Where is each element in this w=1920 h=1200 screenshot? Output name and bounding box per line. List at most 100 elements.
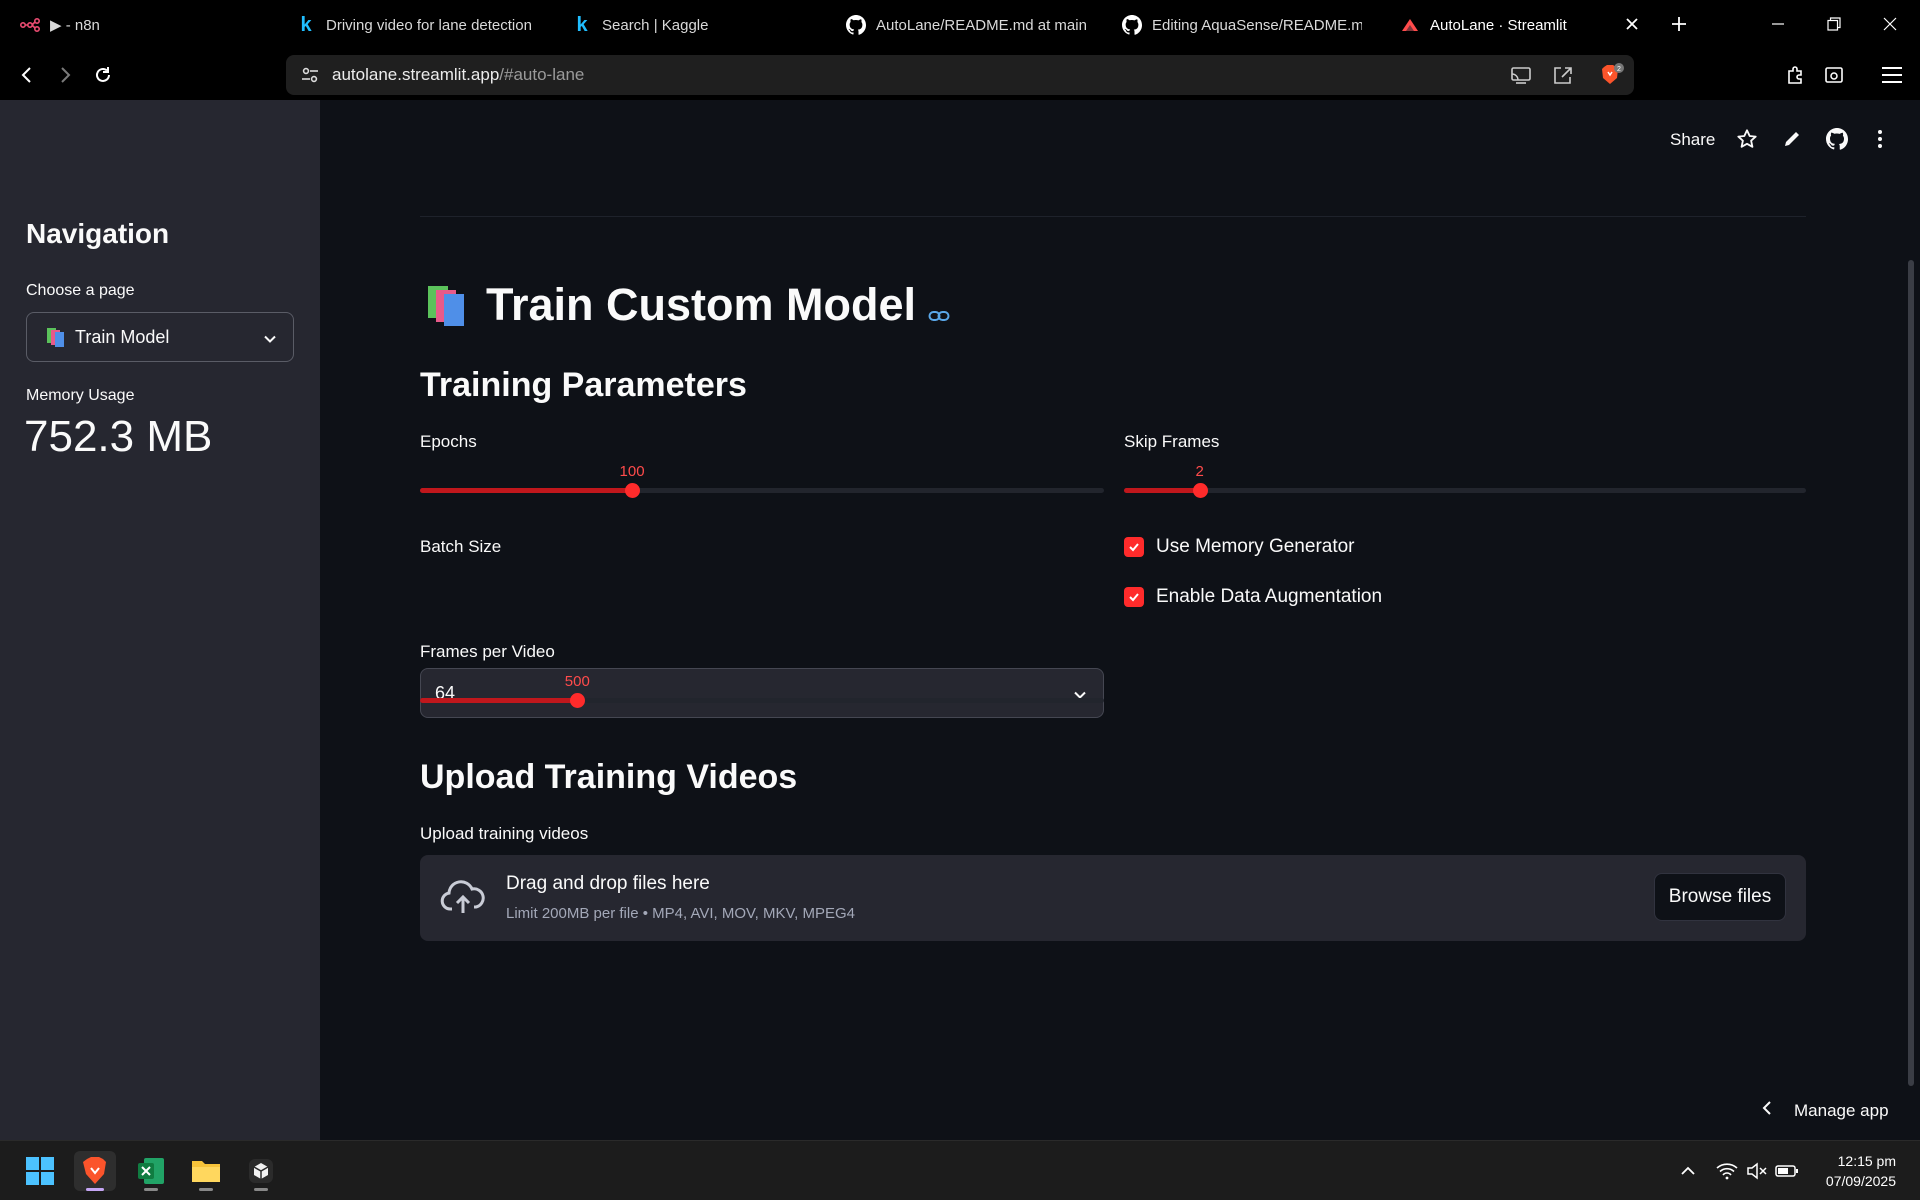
upload-label: Upload training videos xyxy=(420,824,589,843)
use-memory-generator-checkbox[interactable]: Use Memory Generator xyxy=(1124,536,1355,558)
running-indicator xyxy=(254,1188,268,1191)
tab-n8n[interactable]: ▶ - n8n xyxy=(20,8,260,42)
file-explorer-icon[interactable] xyxy=(185,1151,227,1191)
brave-shields-icon[interactable]: 2 xyxy=(1598,62,1624,88)
checkbox-checked-icon[interactable] xyxy=(1124,537,1144,557)
back-icon[interactable] xyxy=(14,62,40,88)
tab-kaggle-search[interactable]: k Search | Kaggle xyxy=(572,8,812,42)
chevron-up-icon[interactable] xyxy=(1676,1159,1700,1183)
system-clock[interactable]: 12:15 pm 07/09/2025 xyxy=(1826,1151,1896,1191)
extensions-icon[interactable] xyxy=(1784,63,1808,87)
reload-icon[interactable] xyxy=(90,62,116,88)
dropzone-limit: Limit 200MB per file • MP4, AVI, MOV, MK… xyxy=(506,905,855,922)
share-page-icon[interactable] xyxy=(1552,64,1574,86)
windows-start-icon[interactable] xyxy=(19,1151,61,1191)
edit-icon[interactable] xyxy=(1780,127,1804,151)
slider-thumb[interactable] xyxy=(1192,483,1208,498)
scrollbar[interactable] xyxy=(1908,260,1914,1086)
slider-track xyxy=(1124,488,1806,493)
cloud-upload-icon xyxy=(440,877,486,922)
cast-icon[interactable] xyxy=(1510,64,1532,86)
slider-fill xyxy=(1124,488,1200,493)
site-settings-icon[interactable] xyxy=(300,65,320,85)
epochs-slider[interactable]: 100 xyxy=(420,463,1104,500)
data-augmentation-checkbox[interactable]: Enable Data Augmentation xyxy=(1124,586,1382,608)
sidebar-title: Navigation xyxy=(26,218,170,249)
forward-icon[interactable] xyxy=(52,62,78,88)
frames-per-video-label: Frames per Video xyxy=(420,642,555,661)
speaker-muted-icon[interactable] xyxy=(1745,1159,1769,1183)
memory-value: 752.3 MB xyxy=(24,412,213,461)
skip-frames-slider[interactable]: 2 xyxy=(1124,463,1806,500)
checkbox-checked-icon[interactable] xyxy=(1124,587,1144,607)
slider-thumb[interactable] xyxy=(625,483,641,498)
page-title: Train Custom Model xyxy=(426,276,950,334)
close-window-icon[interactable] xyxy=(1878,12,1902,36)
link-icon[interactable] xyxy=(928,282,950,334)
browse-files-button[interactable]: Browse files xyxy=(1654,873,1786,921)
running-indicator xyxy=(199,1188,213,1191)
books-icon xyxy=(426,282,472,328)
shield-count: 2 xyxy=(1617,66,1621,73)
brave-browser-icon[interactable] xyxy=(74,1151,116,1191)
github-icon[interactable] xyxy=(1825,127,1849,151)
tab-label: AutoLane · Streamlit xyxy=(1430,16,1567,34)
tab-label: AutoLane/README.md at main · xyxy=(876,16,1086,34)
browser-tab-strip: ▶ - n8n k Driving video for lane detecti… xyxy=(0,0,1920,50)
clock-date: 07/09/2025 xyxy=(1825,1173,1896,1189)
minimize-icon[interactable] xyxy=(1766,12,1790,36)
slider-fill xyxy=(420,488,633,493)
tab-label: ▶ - n8n xyxy=(50,17,100,34)
books-icon xyxy=(45,326,67,348)
page-select-value: Train Model xyxy=(75,326,170,347)
wallet-icon[interactable] xyxy=(1822,63,1846,87)
tab-label: Driving video for lane detection xyxy=(326,16,532,34)
running-indicator xyxy=(144,1188,158,1191)
tab-label: Editing AquaSense/README.md xyxy=(1152,16,1362,34)
kaggle-icon: k xyxy=(300,13,312,36)
streamlit-icon xyxy=(1400,15,1420,35)
share-button[interactable]: Share xyxy=(1670,130,1715,150)
chevron-down-icon xyxy=(263,330,277,351)
manage-app-label: Manage app xyxy=(1794,1100,1889,1120)
chevron-left-icon xyxy=(1762,1100,1772,1121)
wifi-icon[interactable] xyxy=(1715,1159,1739,1183)
restore-icon[interactable] xyxy=(1822,12,1846,36)
frames-per-video-slider[interactable]: 500 xyxy=(420,673,1104,710)
url-path: /#auto-lane xyxy=(499,65,585,84)
tab-autolane-streamlit[interactable]: AutoLane · Streamlit xyxy=(1400,8,1610,42)
page-title-text: Train Custom Model xyxy=(486,279,917,330)
app-icon[interactable] xyxy=(240,1151,282,1191)
sidebar: Navigation Choose a page Train Model Mem… xyxy=(0,100,320,1140)
new-tab-icon[interactable] xyxy=(1668,13,1690,35)
tab-driving-video[interactable]: k Driving video for lane detection xyxy=(296,8,536,42)
page-select-label: Choose a page xyxy=(26,282,135,299)
header-divider xyxy=(420,216,1806,217)
manage-app-button[interactable]: Manage app xyxy=(1762,1100,1889,1121)
url-host: autolane.streamlit.app xyxy=(332,65,500,84)
checkbox-label: Enable Data Augmentation xyxy=(1156,586,1383,607)
menu-icon[interactable] xyxy=(1880,63,1904,87)
tab-aquasense-readme[interactable]: Editing AquaSense/README.md xyxy=(1122,8,1362,42)
file-dropzone[interactable]: Drag and drop files here Limit 200MB per… xyxy=(420,855,1806,941)
page-select[interactable]: Train Model xyxy=(26,312,294,362)
slider-value: 500 xyxy=(564,673,590,690)
checkbox-label: Use Memory Generator xyxy=(1156,536,1355,557)
more-options-icon[interactable] xyxy=(1868,127,1892,151)
github-icon xyxy=(1122,15,1142,35)
running-indicator xyxy=(86,1188,104,1191)
upload-heading: Upload Training Videos xyxy=(420,758,798,796)
battery-icon[interactable] xyxy=(1775,1159,1799,1183)
memory-label: Memory Usage xyxy=(26,387,135,404)
star-icon[interactable] xyxy=(1735,127,1759,151)
tab-autolane-readme[interactable]: AutoLane/README.md at main · xyxy=(846,8,1086,42)
skip-frames-label: Skip Frames xyxy=(1124,432,1220,451)
close-tab-icon[interactable] xyxy=(1622,14,1642,34)
slider-thumb[interactable] xyxy=(570,693,586,708)
address-bar[interactable]: autolane.streamlit.app/#auto-lane 2 xyxy=(286,55,1634,95)
excel-icon[interactable] xyxy=(130,1151,172,1191)
dropzone-title: Drag and drop files here xyxy=(506,873,710,894)
browser-toolbar: autolane.streamlit.app/#auto-lane 2 xyxy=(0,50,1920,100)
kaggle-icon: k xyxy=(576,13,588,36)
taskbar: 12:15 pm 07/09/2025 xyxy=(0,1140,1920,1200)
